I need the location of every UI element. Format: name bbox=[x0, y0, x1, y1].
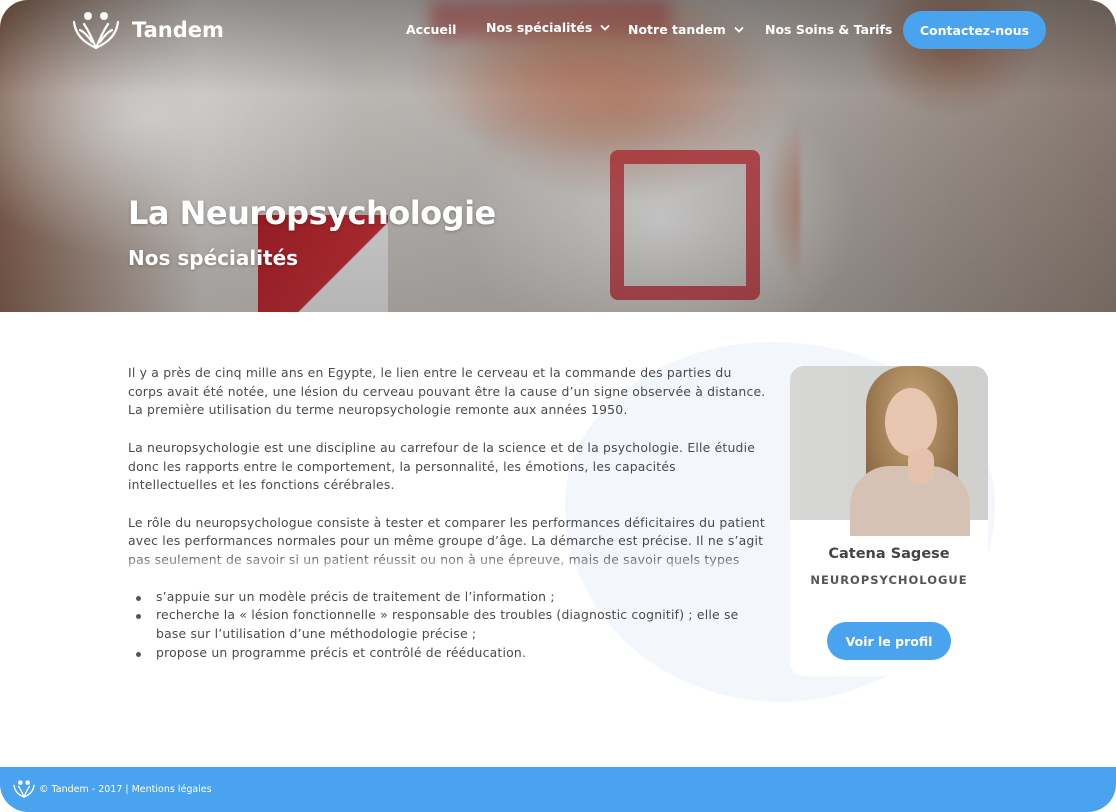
tandem-logo-icon bbox=[72, 12, 120, 50]
photo-face bbox=[885, 388, 937, 456]
paragraph: La première utilisation du terme neurops… bbox=[128, 401, 768, 420]
tandem-logo-icon bbox=[13, 780, 35, 798]
profile-card: Catena Sagese NEUROPSYCHOLOGUE Voir le p… bbox=[790, 366, 988, 676]
nav-item-nos-specialites[interactable]: Nos spécialités bbox=[486, 20, 610, 35]
paragraph-text: La première utilisation du terme neurops… bbox=[128, 402, 628, 418]
list-item: recherche la « lésion fonctionnelle » re… bbox=[128, 606, 768, 643]
footer: © Tandem - 2017 | Mentions légales bbox=[0, 767, 1116, 812]
footer-text[interactable]: © Tandem - 2017 | Mentions légales bbox=[39, 784, 212, 795]
chevron-down-icon bbox=[600, 24, 610, 31]
hero-banner: Tandem Accueil Nos spécialités Notre tan… bbox=[0, 0, 1116, 312]
paragraph-truncated: Le rôle du neuropsychologue consiste à t… bbox=[128, 514, 765, 567]
chevron-down-icon bbox=[734, 26, 744, 33]
nav-item-label: Nos Soins & Tarifs bbox=[765, 22, 893, 37]
brand-logo[interactable]: Tandem bbox=[70, 8, 224, 52]
paragraph: Il y a près de cinq mille ans en Egypte,… bbox=[128, 364, 768, 401]
paragraph: La neuropsychologie est une discipline a… bbox=[128, 439, 756, 493]
nav-item-label: Accueil bbox=[406, 22, 457, 37]
nav-item-accueil[interactable]: Accueil bbox=[406, 22, 456, 37]
nav-item-label: Nos spécialités bbox=[486, 20, 593, 35]
contact-button[interactable]: Contactez-nous bbox=[903, 11, 1046, 49]
page-subtitle: Nos spécialités bbox=[128, 246, 299, 270]
view-profile-button[interactable]: Voir le profil bbox=[827, 622, 951, 660]
list-item: propose un programme précis et contrôlé … bbox=[128, 644, 768, 663]
page: Tandem Accueil Nos spécialités Notre tan… bbox=[0, 0, 1116, 812]
profile-role: NEUROPSYCHOLOGUE bbox=[810, 573, 968, 587]
photo-hand bbox=[908, 448, 934, 484]
profile-name: Catena Sagese bbox=[828, 546, 950, 562]
brand-name: Tandem bbox=[132, 18, 224, 42]
nav-item-soins-tarifs[interactable]: Nos Soins & Tarifs bbox=[765, 22, 892, 37]
profile-photo bbox=[790, 366, 988, 536]
article-body: Il y a près de cinq mille ans en Egypte,… bbox=[128, 364, 768, 662]
list-item: s’appuie sur un modèle précis de traitem… bbox=[128, 588, 768, 607]
nav-item-notre-tandem[interactable]: Notre tandem bbox=[628, 22, 744, 37]
bullet-list: s’appuie sur un modèle précis de traitem… bbox=[128, 588, 768, 663]
paragraph-text: Il y a près de cinq mille ans en Egypte,… bbox=[128, 365, 766, 399]
nav-item-label: Notre tandem bbox=[628, 22, 726, 37]
page-title: La Neuropsychologie bbox=[128, 194, 496, 232]
